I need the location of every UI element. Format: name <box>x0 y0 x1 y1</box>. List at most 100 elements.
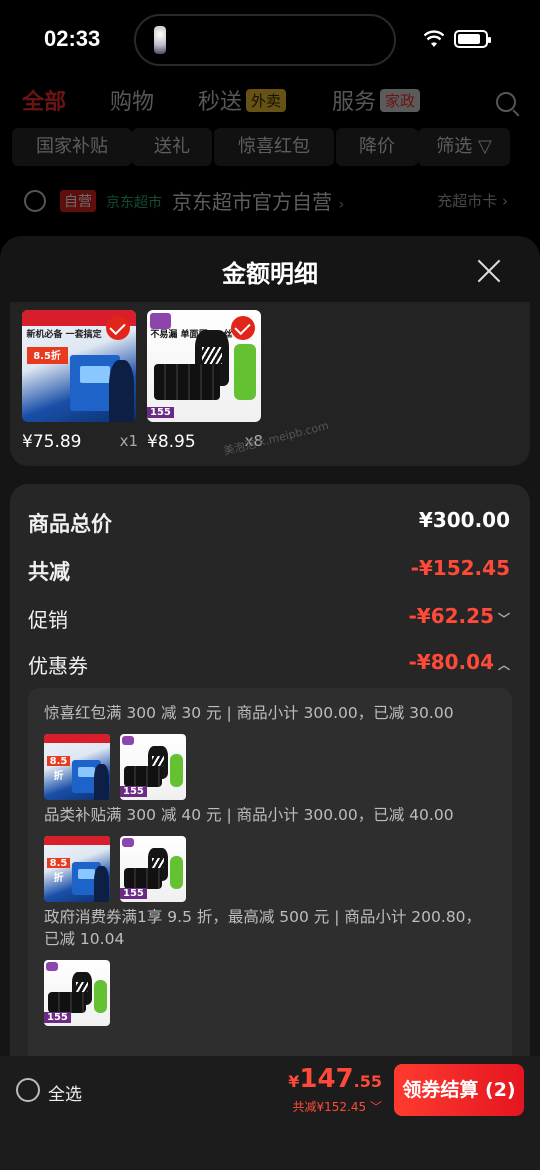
chip-gift[interactable]: 送礼 <box>132 128 212 166</box>
rolls-shape <box>123 765 163 787</box>
promotion-label: 促销 <box>28 608 68 632</box>
amount-detail-sheet: 金额明细 新机必备 一套搞定 8.5折 ¥75.89 x1 不易漏 单面厚1.3… <box>0 236 540 1170</box>
battery-icon <box>454 30 491 48</box>
product-price: ¥75.89 <box>22 432 82 452</box>
coupon-desc: 品类补贴满 300 减 40 元 | 商品小计 300.00，已减 40.00 <box>44 806 454 824</box>
promotion-value-wrap: -¥62.25 ﹀ <box>409 604 511 628</box>
discount-tag: 8.5折 <box>26 346 68 364</box>
flashlight-icon <box>154 26 166 54</box>
saved-amount[interactable]: 共减¥152.45 ﹀ <box>293 1098 382 1115</box>
tab-label: 服务 <box>332 90 377 115</box>
coupon-product-thumb: 155 <box>44 960 110 1026</box>
filter-icon: ▽ <box>477 136 492 157</box>
green-box-shape <box>233 343 257 400</box>
shop-name[interactable]: 京东超市官方自营 › <box>172 186 344 215</box>
chevron-right-icon: › <box>502 192 508 210</box>
product-item[interactable]: 新机必备 一套搞定 8.5折 ¥75.89 x1 <box>22 310 138 452</box>
chip-price-drop[interactable]: 降价 <box>336 128 418 166</box>
promotion-row[interactable]: 促销 -¥62.25 ﹀ <box>28 604 510 634</box>
total-price-label: 商品总价 <box>28 512 112 536</box>
trash-bag-product-image: 155 <box>120 734 186 800</box>
self-operated-badge: 自营 <box>60 190 96 212</box>
chip-national-subsidy[interactable]: 国家补贴 <box>12 128 132 166</box>
promotion-value: -¥62.25 <box>408 604 494 628</box>
chip-label: 筛选 <box>436 136 473 157</box>
chevron-down-icon: ﹀ <box>369 1100 382 1114</box>
status-bar: 02:33 <box>0 0 540 80</box>
coupon-product-thumb: 8.5折 <box>44 734 110 800</box>
image-caption: 新机必备 一套搞定 <box>26 329 102 340</box>
coupon-desc: 政府消费券满1享 9.5 折，最高减 500 元 | 商品小计 200.80，已… <box>44 908 482 948</box>
card-link-text: 充超市卡 <box>437 192 498 210</box>
coupon-value-wrap: -¥80.04 ︿ <box>409 650 511 674</box>
total-reduce-row: 共减 -¥152.45 <box>28 556 510 586</box>
trash-bag-product-image: 155 <box>120 836 186 902</box>
image-number: 155 <box>120 888 147 900</box>
brand-logo-shape <box>150 313 171 330</box>
close-icon[interactable] <box>476 258 502 284</box>
tab-tag: 家政 <box>380 89 421 112</box>
tab-delivery[interactable]: 秒送 外卖 <box>198 84 287 116</box>
coupon-value: -¥80.04 <box>408 650 494 674</box>
status-time: 02:33 <box>44 26 101 51</box>
total-reduce-value: -¥152.45 <box>410 556 510 580</box>
currency-symbol: ¥ <box>288 1072 300 1091</box>
dishwasher-product-image: 8.5折 <box>44 734 110 800</box>
chevron-right-icon: › <box>338 195 345 213</box>
chip-red-packet[interactable]: 惊喜红包 <box>214 128 334 166</box>
image-number: 155 <box>44 1012 71 1024</box>
shop-select-radio[interactable] <box>24 190 46 212</box>
coupon-product-thumb: 155 <box>120 836 186 902</box>
tab-shopping[interactable]: 购物 <box>110 84 154 116</box>
coupon-product-thumb: 8.5折 <box>44 836 110 902</box>
supermarket-card-link[interactable]: 充超市卡 › <box>437 190 508 211</box>
select-all-label[interactable]: 全选 <box>48 1080 82 1105</box>
image-header-band <box>44 734 110 744</box>
product-thumbnail: 新机必备 一套搞定 8.5折 <box>22 310 136 422</box>
total-price-value: ¥300.00 <box>418 508 510 532</box>
check-icon[interactable] <box>231 316 255 340</box>
coupon-product-thumb: 155 <box>120 734 186 800</box>
coupon-row[interactable]: 优惠券 -¥80.04 ︿ <box>28 650 510 680</box>
brand-logo-shape <box>121 735 134 746</box>
rolls-shape <box>47 991 87 1013</box>
select-all-radio[interactable] <box>16 1078 40 1102</box>
wifi-icon <box>424 30 444 47</box>
coupon-desc: 惊喜红包满 300 减 30 元 | 商品小计 300.00，已减 30.00 <box>44 704 454 722</box>
dynamic-island <box>134 14 396 66</box>
product-item[interactable]: 不易漏 单面厚1.3丝 155 ¥8.95 x8 <box>147 310 263 452</box>
chevron-up-icon: ︿ <box>497 658 510 672</box>
cart-page-background: 全部 购物 秒送 外卖 服务 家政 国家补贴 送礼 惊喜红包 降价 筛选 ▽ 自营 … <box>0 80 540 240</box>
total-reduce-label: 共减 <box>28 560 70 584</box>
tab-label: 全部 <box>22 90 67 115</box>
green-box-shape <box>94 979 108 1013</box>
search-icon[interactable] <box>496 92 516 112</box>
discount-tag: 8.5折 <box>46 857 71 884</box>
checkout-total: ¥147.55 <box>288 1064 382 1094</box>
product-thumbnail: 不易漏 单面厚1.3丝 155 <box>147 310 261 422</box>
checkout-bar: 全选 ¥147.55 共减¥152.45 ﹀ 领券结算 (2) <box>0 1056 540 1170</box>
checkout-button[interactable]: 领券结算 (2) <box>394 1064 524 1116</box>
trash-bag-product-image: 155 <box>44 960 110 1026</box>
cart-tabs: 全部 购物 秒送 外卖 服务 家政 <box>0 84 540 124</box>
image-header-band <box>44 836 110 846</box>
discount-tag: 8.5折 <box>46 755 71 782</box>
tab-all[interactable]: 全部 <box>22 84 66 116</box>
chip-filter[interactable]: 筛选 ▽ <box>418 128 510 166</box>
chevron-down-icon: ﹀ <box>497 612 510 626</box>
tab-service[interactable]: 服务 家政 <box>332 84 421 116</box>
brand-logo-shape <box>45 961 58 972</box>
person-shape <box>94 865 109 902</box>
rolls-shape <box>123 867 163 889</box>
dishwasher-product-image: 8.5折 <box>44 836 110 902</box>
check-icon[interactable] <box>106 316 130 340</box>
saved-text: 共减¥152.45 <box>292 1100 367 1114</box>
tab-label: 购物 <box>110 90 155 115</box>
product-price: ¥8.95 <box>147 432 196 452</box>
shop-name-text: 京东超市官方自营 <box>172 190 332 214</box>
tab-tag: 外卖 <box>246 89 287 112</box>
green-box-shape <box>170 855 184 889</box>
image-number: 155 <box>147 406 174 418</box>
person-shape <box>94 763 109 800</box>
coupon-label: 优惠券 <box>28 654 88 678</box>
